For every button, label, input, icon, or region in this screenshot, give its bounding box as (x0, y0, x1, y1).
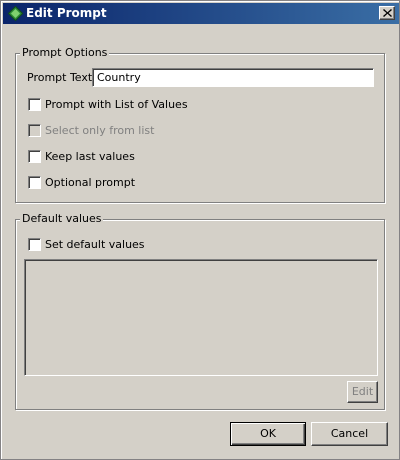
select-only-from-list-checkbox (28, 124, 41, 137)
ok-button[interactable]: OK (230, 422, 306, 446)
set-default-values-label: Set default values (45, 238, 145, 251)
edit-prompt-dialog: Edit Prompt Prompt Options Prompt Text C… (0, 0, 400, 460)
select-only-from-list-label: Select only from list (45, 124, 155, 137)
default-values-legend: Default values (20, 212, 104, 225)
cancel-button[interactable]: Cancel (311, 422, 388, 446)
optional-prompt-checkbox[interactable] (28, 176, 41, 189)
prompt-options-group: Prompt Options Prompt Text Country Promp… (15, 46, 385, 203)
prompt-with-list-label: Prompt with List of Values (45, 98, 188, 111)
optional-prompt-label: Optional prompt (45, 176, 136, 189)
set-default-values-checkbox[interactable] (28, 238, 41, 251)
default-values-list[interactable] (24, 259, 378, 376)
green-diamond-icon (7, 5, 24, 22)
default-values-group: Default values Set default values Edit (15, 212, 385, 410)
keep-last-values-checkbox-row[interactable]: Keep last values (28, 150, 228, 164)
prompt-with-list-checkbox-row[interactable]: Prompt with List of Values (28, 98, 228, 112)
select-only-from-list-checkbox-row: Select only from list (28, 124, 228, 138)
close-button[interactable] (379, 6, 395, 20)
edit-button: Edit (347, 381, 378, 403)
optional-prompt-checkbox-row[interactable]: Optional prompt (28, 176, 228, 190)
prompt-text-label: Prompt Text (27, 71, 93, 84)
prompt-text-input[interactable]: Country (92, 68, 374, 87)
prompt-with-list-checkbox[interactable] (28, 98, 41, 111)
close-icon (383, 9, 392, 17)
keep-last-values-label: Keep last values (45, 150, 135, 163)
prompt-options-legend: Prompt Options (20, 46, 110, 59)
window-title: Edit Prompt (26, 6, 107, 20)
set-default-values-checkbox-row[interactable]: Set default values (28, 238, 228, 252)
keep-last-values-checkbox[interactable] (28, 150, 41, 163)
title-bar[interactable]: Edit Prompt (3, 3, 399, 24)
